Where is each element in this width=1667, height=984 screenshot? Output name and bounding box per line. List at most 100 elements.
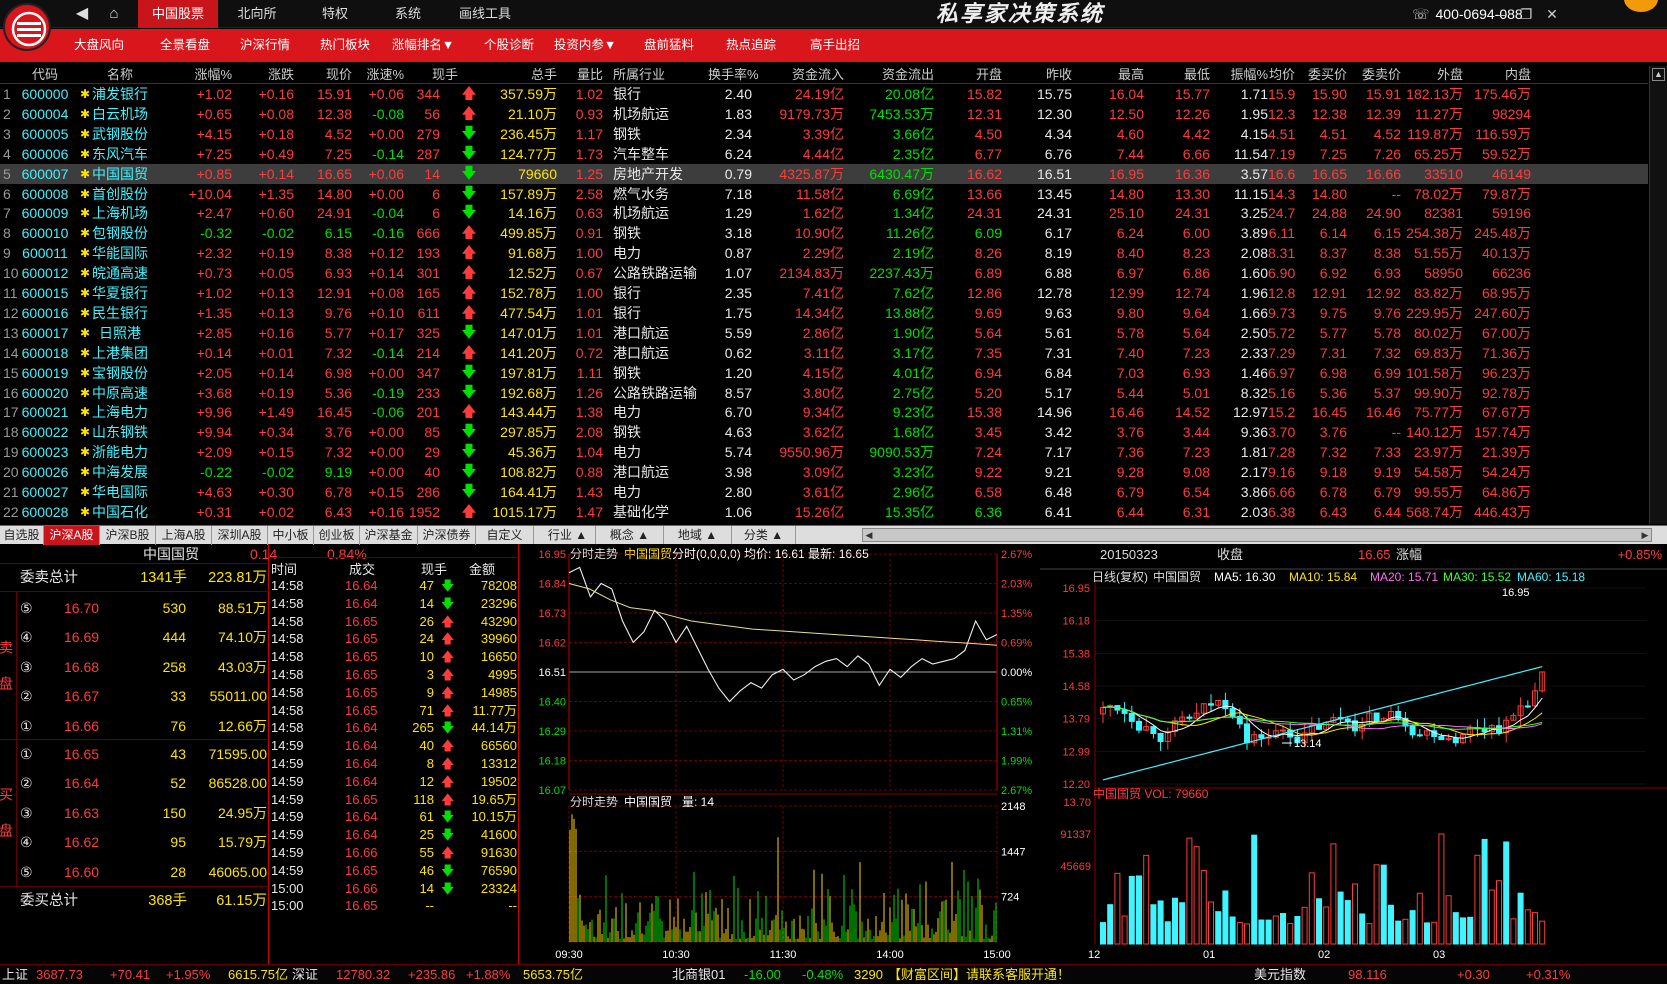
scroll-right-icon[interactable]: ▶ (1639, 529, 1651, 541)
menu-item-1[interactable]: 全景看盘 (146, 29, 224, 62)
table-row[interactable]: 4 600006 东风汽车 ✱ +7.25 +0.49 7.25 -0.14 287 🡇 124.7… (0, 144, 1648, 164)
col-header-13[interactable]: 开盘 (934, 66, 1002, 84)
table-row[interactable]: 6 600008 首创股份 ✱ +10.04 +1.35 14.80 +0.00 6 🡇 157.8… (0, 184, 1648, 204)
col-header-21[interactable]: 外盘 (1401, 66, 1463, 84)
order-level[interactable]: ⑤ 16.60 28 46065.00 (0, 858, 269, 887)
star-icon[interactable]: ✱ (80, 482, 94, 502)
market-tab-6[interactable]: 创业板 (314, 526, 360, 545)
col-header-11[interactable]: 资金流入 (752, 66, 844, 84)
col-header-14[interactable]: 昨收 (1002, 66, 1072, 84)
star-icon[interactable]: ✱ (80, 203, 94, 223)
back-icon[interactable]: ◀ (68, 0, 96, 28)
market-tab-9[interactable]: 自定义 (476, 526, 534, 545)
restore-icon[interactable]: ❐ (1512, 0, 1540, 28)
star-icon[interactable]: ✱ (80, 303, 94, 323)
star-icon[interactable]: ✱ (80, 124, 94, 144)
horizontal-scrollbar[interactable]: ◀ ▶ (862, 528, 1652, 542)
market-tab-10[interactable]: 行业 ▲ (540, 526, 596, 545)
col-header-5[interactable]: 涨速% (352, 66, 404, 84)
table-row[interactable]: 19 600023 浙能电力 ✱ +2.09 +0.15 7.32 +0.00 29 🡇 45.36… (0, 442, 1648, 462)
table-row[interactable]: 10 600012 皖通高速 ✱ +0.73 +0.05 6.93 +0.14 301 🡅 12.5… (0, 263, 1648, 283)
home-icon[interactable]: ⌂ (100, 0, 128, 28)
menu-item-2[interactable]: 沪深行情 (226, 29, 304, 62)
star-icon[interactable]: ✱ (80, 363, 94, 383)
notification-badge-icon[interactable] (1624, 0, 1658, 12)
star-icon[interactable]: ✱ (80, 164, 94, 184)
star-icon[interactable]: ✱ (80, 442, 94, 462)
star-icon[interactable]: ✱ (80, 263, 94, 283)
table-row[interactable]: 20 600026 中海发展 ✱ -0.22 -0.02 9.19 +0.00 40 🡇 108.8… (0, 462, 1648, 482)
star-icon[interactable]: ✱ (80, 462, 94, 482)
star-icon[interactable]: ✱ (80, 502, 94, 522)
scroll-left-icon[interactable]: ◀ (863, 529, 875, 541)
col-header-15[interactable]: 最高 (1072, 66, 1144, 84)
table-row[interactable]: 7 600009 上海机场 ✱ +2.47 +0.60 24.91 -0.04 6 🡇 14.16万… (0, 203, 1648, 223)
table-row[interactable]: 15 600019 宝钢股份 ✱ +2.05 +0.14 6.98 +0.00 347 🡇 197.… (0, 363, 1648, 383)
order-level[interactable]: ⑤ 16.70 530 88.51万 (0, 594, 269, 623)
top-nav-1[interactable]: 北向所 (217, 0, 297, 28)
table-row[interactable]: 9 600011 华能国际 ✱ +2.32 +0.19 8.38 +0.12 193 🡅 91.68… (0, 243, 1648, 263)
menu-item-3[interactable]: 热门板块 (306, 29, 384, 62)
top-nav-4[interactable]: 画线工具 (445, 0, 525, 28)
menu-item-0[interactable]: 大盘风向 (60, 29, 138, 62)
order-level[interactable]: ③ 16.63 150 24.95万 (0, 799, 269, 828)
table-row[interactable]: 5 600007 中国国贸 ✱ +0.85 +0.14 16.65 +0.06 14 🡇 79660… (0, 163, 1648, 184)
col-header-22[interactable]: 内盘 (1463, 66, 1531, 84)
table-row[interactable]: 8 600010 包钢股份 ✱ -0.32 -0.02 6.15 -0.16 666 🡅 499.8… (0, 223, 1648, 243)
close-icon[interactable]: ✕ (1538, 0, 1566, 28)
star-icon[interactable]: ✱ (80, 243, 94, 263)
col-header-1[interactable]: 名称 (70, 66, 170, 84)
market-tab-3[interactable]: 上海A股 (156, 526, 212, 545)
table-row[interactable]: 3 600005 武钢股份 ✱ +4.15 +0.18 4.52 +0.00 279 🡇 236.4… (0, 124, 1648, 144)
col-header-8[interactable]: 量比 (557, 66, 603, 84)
menu-item-9[interactable]: 高手出招 (796, 29, 874, 62)
col-header-6[interactable]: 现手 (404, 66, 458, 84)
order-level[interactable]: ① 16.66 76 12.66万 (0, 712, 269, 741)
market-tab-1[interactable]: 沪深A股 (44, 526, 100, 545)
marquee-text[interactable]: 【财富区间】请联系客服开通！ (888, 965, 1070, 984)
order-level[interactable]: ③ 16.68 258 43.03万 (0, 653, 269, 682)
market-tab-4[interactable]: 深圳A股 (212, 526, 268, 545)
col-header-17[interactable]: 振幅% (1210, 66, 1268, 84)
table-row[interactable]: 17 600021 上海电力 ✱ +9.96 +1.49 16.45 -0.06 201 🡅 143… (0, 402, 1648, 422)
market-tab-12[interactable]: 地域 ▲ (664, 526, 732, 545)
col-header-9[interactable]: 所属行业 (613, 66, 708, 84)
table-row[interactable]: 11 600015 华夏银行 ✱ +1.02 +0.13 12.91 +0.08 165 🡅 152… (0, 283, 1648, 303)
col-header-20[interactable]: 委卖价 (1347, 66, 1401, 84)
menu-item-6[interactable]: 投资内参▼ (546, 29, 624, 62)
order-level[interactable]: ④ 16.62 95 15.79万 (0, 828, 269, 857)
table-row[interactable]: 16 600020 中原高速 ✱ +3.68 +0.19 5.36 -0.19 233 🡇 192.… (0, 383, 1648, 403)
table-row[interactable]: 22 600028 中国石化 ✱ +0.31 +0.02 6.43 +0.16 1952 🡅 101… (0, 502, 1648, 522)
star-icon[interactable]: ✱ (80, 422, 94, 442)
star-icon[interactable]: ✱ (80, 84, 94, 104)
market-tab-5[interactable]: 中小板 (268, 526, 314, 545)
star-icon[interactable]: ✱ (80, 402, 94, 422)
scroll-up-icon[interactable]: ▲ (1652, 68, 1665, 81)
market-tab-8[interactable]: 沪深债券 (418, 526, 476, 545)
top-nav-3[interactable]: 系统 (368, 0, 448, 28)
market-tab-7[interactable]: 沪深基金 (360, 526, 418, 545)
menu-item-7[interactable]: 盘前猛料 (630, 29, 708, 62)
order-level[interactable]: ④ 16.69 444 74.10万 (0, 623, 269, 652)
col-header-0[interactable]: 代码 (20, 66, 70, 84)
star-icon[interactable]: ✱ (80, 223, 94, 243)
star-icon[interactable]: ✱ (80, 323, 94, 343)
star-icon[interactable]: ✱ (80, 343, 94, 363)
table-row[interactable]: 21 600027 华电国际 ✱ +4.63 +0.30 6.78 +0.15 286 🡇 164.… (0, 482, 1648, 502)
col-header-2[interactable]: 涨幅% (170, 66, 232, 84)
col-header-10[interactable]: 换手率% (708, 66, 759, 84)
table-row[interactable]: 14 600018 上港集团 ✱ +0.14 +0.01 7.32 -0.14 214 🡅 141.… (0, 343, 1648, 363)
star-icon[interactable]: ✱ (80, 283, 94, 303)
col-header-4[interactable]: 现价 (294, 66, 352, 84)
star-icon[interactable]: ✱ (80, 144, 94, 164)
table-row[interactable]: 13 600017 日照港 ✱ +2.85 +0.16 5.77 +0.17 325 🡇 147.0… (0, 323, 1648, 343)
star-icon[interactable]: ✱ (80, 104, 94, 124)
market-tab-13[interactable]: 分类 ▲ (732, 526, 796, 545)
col-header-12[interactable]: 资金流出 (844, 66, 934, 84)
table-row[interactable]: 1 600000 浦发银行 ✱ +1.02 +0.16 15.91 +0.06 344 🡅 357.… (0, 84, 1648, 104)
star-icon[interactable]: ✱ (80, 184, 94, 204)
market-tab-0[interactable]: 自选股 (0, 526, 44, 545)
col-header-7[interactable]: 总手 (477, 66, 557, 84)
menu-item-5[interactable]: 个股诊断 (470, 29, 548, 62)
market-tab-11[interactable]: 概念 ▲ (596, 526, 664, 545)
